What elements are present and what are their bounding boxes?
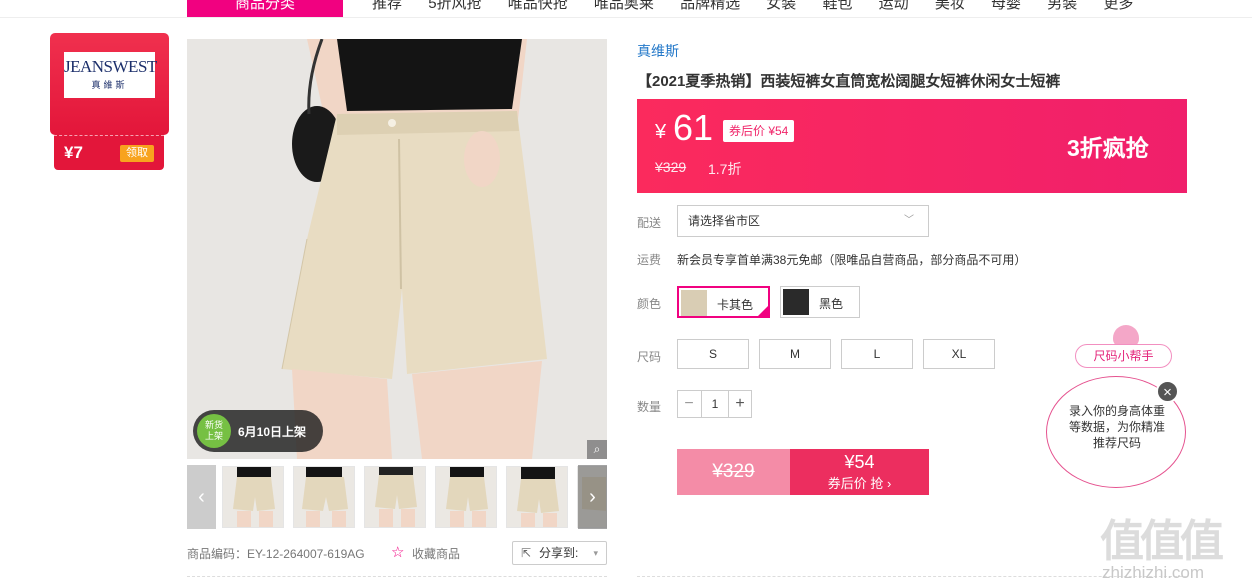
quantity-minus-button[interactable]: −: [678, 391, 700, 417]
brand-link[interactable]: 真维斯: [637, 41, 679, 61]
coupon-claim-button[interactable]: 领取: [120, 145, 154, 162]
thumbnail-strip: ‹ ›: [187, 465, 607, 529]
thumbnail[interactable]: [506, 466, 568, 528]
nav-link[interactable]: 唯品快抢: [508, 0, 568, 12]
watermark: 值值值 zhizhizhi.com: [1100, 505, 1250, 585]
thumbnail-photo: [223, 467, 283, 527]
coupon-buy-price: ¥54: [844, 452, 875, 472]
brand-logo-sub: 真維斯: [91, 80, 128, 90]
thumbnail[interactable]: [293, 466, 355, 528]
new-arrival-bottom: 上架: [204, 431, 223, 441]
coupon-buy-button[interactable]: ¥54 券后价 抢 ›: [790, 449, 929, 495]
color-option-khaki[interactable]: 卡其色: [677, 286, 770, 318]
nav-link[interactable]: 母婴: [991, 0, 1021, 12]
price-box: ¥ 61 券后价 ¥54 ¥329 1.7折 3折疯抢: [637, 99, 1187, 193]
nav-link[interactable]: 鞋包: [822, 0, 852, 12]
size-helper-button[interactable]: 尺码小帮手: [1075, 344, 1172, 368]
nav-link[interactable]: 更多: [1103, 0, 1133, 12]
chevron-down-icon: ▾: [593, 548, 598, 558]
main-product-image[interactable]: [187, 39, 607, 459]
thumbnail[interactable]: [222, 466, 284, 528]
thumbnail[interactable]: [364, 466, 426, 528]
color-option-label: 黑色: [819, 297, 844, 311]
freight-label: 运费: [637, 253, 662, 267]
coupon-amount: ¥7: [64, 143, 83, 162]
original-price: ¥329: [655, 159, 687, 175]
delivery-label: 配送: [637, 216, 662, 230]
nav-link[interactable]: 女装: [766, 0, 796, 12]
watermark-url: zhizhizhi.com: [1102, 563, 1205, 582]
color-swatch: [681, 290, 707, 316]
thumbnail-photo: [365, 467, 425, 527]
quantity-input[interactable]: 1: [701, 391, 729, 417]
size-label: 尺码: [637, 350, 662, 364]
color-swatch: [783, 289, 809, 315]
nav-link[interactable]: 男装: [1047, 0, 1077, 12]
brand-logo-text: JEANSWEST: [64, 57, 157, 76]
promo-label: 3折疯抢: [1067, 135, 1149, 161]
launch-date-text: 6月10日上架: [238, 425, 307, 439]
thumb-prev-icon[interactable]: ‹: [187, 465, 216, 529]
share-icon: ⇱: [521, 546, 532, 560]
selected-check-icon: [756, 304, 770, 318]
current-price: 61: [673, 107, 714, 148]
new-arrival-top: 新货: [204, 420, 223, 430]
nav-link[interactable]: 运动: [879, 0, 909, 12]
product-photo: [187, 39, 607, 459]
chevron-down-icon: ﹀: [904, 215, 914, 226]
close-icon[interactable]: ×: [1156, 380, 1179, 403]
nav-link[interactable]: 推荐: [372, 0, 402, 12]
nav-link[interactable]: 美妆: [935, 0, 965, 12]
nav-link[interactable]: 唯品奥莱: [594, 0, 654, 12]
launch-date-badge: 新货 上架 6月10日上架: [193, 410, 323, 452]
quantity-label: 数量: [637, 400, 662, 414]
thumb-next-icon[interactable]: ›: [578, 465, 607, 529]
thumbnail-photo: [507, 467, 567, 527]
currency-symbol: ¥: [655, 121, 667, 143]
region-select[interactable]: 请选择省市区 ﹀: [677, 205, 929, 237]
thumbnail-photo: [436, 467, 496, 527]
share-label: 分享到:: [539, 546, 579, 560]
favorite-button[interactable]: 收藏商品: [412, 545, 460, 562]
product-title: 【2021夏季热销】西装短裤女直筒宽松阔腿女短裤休闲女士短裤: [637, 73, 1061, 90]
zoom-icon[interactable]: ⌕: [587, 440, 607, 459]
nav-link[interactable]: 品牌精选: [680, 0, 740, 12]
color-option-label: 卡其色: [717, 298, 754, 312]
brand-logo: JEANSWEST 真維斯: [64, 52, 157, 98]
size-helper-text: 录入你的身高体重等数据，为你精准推荐尺码: [1069, 404, 1166, 450]
brand-coupon: ¥7 领取: [54, 135, 164, 170]
buy-original-price: ¥329: [677, 449, 790, 495]
color-label: 颜色: [637, 297, 662, 311]
product-code: 商品编码：EY-12-264007-619AG: [187, 547, 365, 561]
category-menu-button[interactable]: 商品分类: [187, 0, 343, 17]
coupon-buy-action: 券后价 抢 ›: [827, 476, 892, 491]
thumbnail-photo: [294, 467, 354, 527]
top-nav: 商品分类 推荐 5折风抢 唯品快抢 唯品奥莱 品牌精选 女装 鞋包 运动 美妆 …: [0, 0, 1252, 18]
new-arrival-dot: 新货 上架: [197, 414, 231, 448]
buy-button[interactable]: ¥329 ¥54 券后价 抢 ›: [677, 449, 929, 495]
color-option-black[interactable]: 黑色: [780, 286, 860, 318]
watermark-logo: 值值值: [1100, 517, 1224, 566]
quantity-stepper: − 1 +: [677, 390, 752, 418]
size-option[interactable]: M: [759, 339, 831, 369]
share-button[interactable]: ⇱ 分享到: ▾: [512, 541, 607, 565]
thumbnail[interactable]: [435, 466, 497, 528]
coupon-price-badge: 券后价 ¥54: [723, 120, 795, 142]
star-icon[interactable]: ☆: [391, 543, 404, 561]
quantity-plus-button[interactable]: +: [729, 391, 751, 417]
divider: [187, 576, 607, 577]
size-option[interactable]: L: [841, 339, 913, 369]
size-option[interactable]: S: [677, 339, 749, 369]
brand-badge[interactable]: JEANSWEST 真維斯: [50, 33, 169, 135]
region-select-value: 请选择省市区: [688, 214, 761, 228]
freight-text: 新会员专享首单满38元免邮（限唯品自营商品，部分商品不可用）: [677, 253, 1027, 267]
nav-link[interactable]: 5折风抢: [428, 0, 481, 12]
size-option[interactable]: XL: [923, 339, 995, 369]
nav-links: 推荐 5折风抢 唯品快抢 唯品奥莱 品牌精选 女装 鞋包 运动 美妆 母婴 男装…: [372, 0, 1155, 17]
discount-rate: 1.7折: [708, 161, 742, 177]
